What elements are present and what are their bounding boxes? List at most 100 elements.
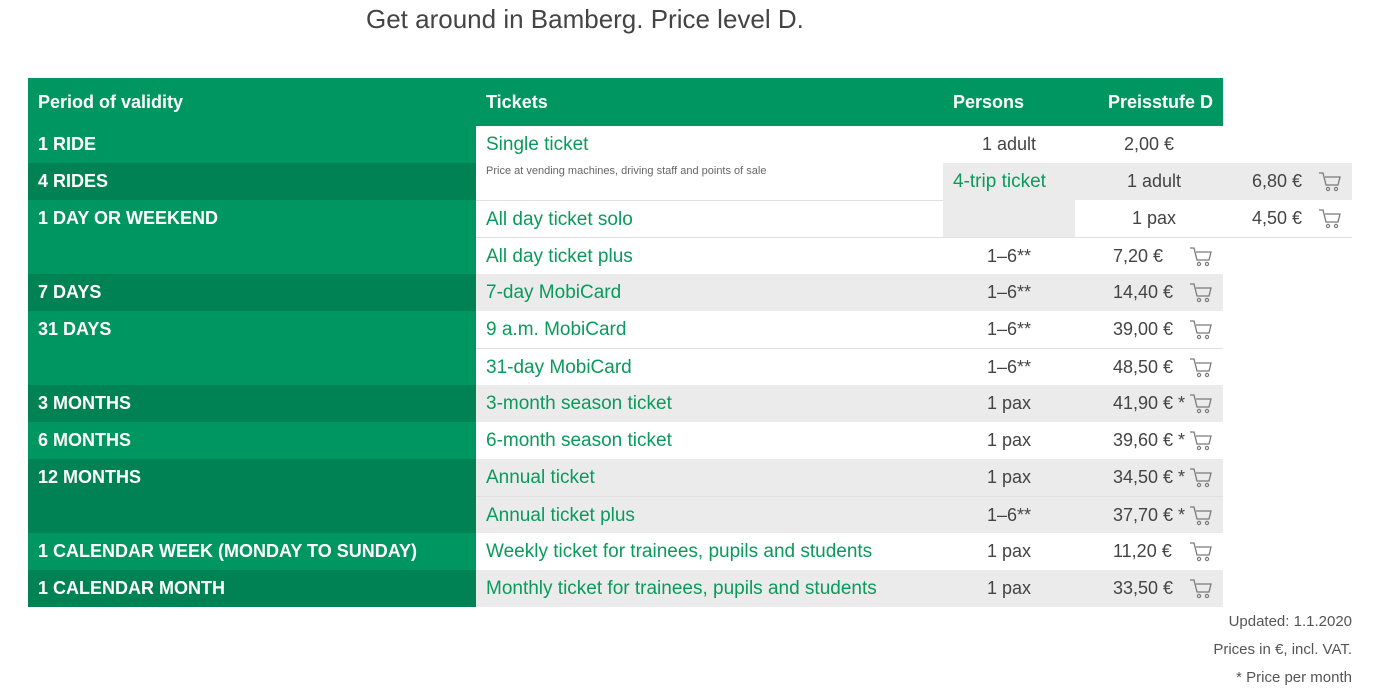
period-label: 1 DAY OR WEEKEND: [38, 208, 219, 228]
ticket-link[interactable]: 7-day MobiCard: [486, 282, 621, 303]
persons-value: 1 pax: [986, 578, 1032, 598]
period-label: 12 MONTHS: [38, 467, 142, 487]
period-calendar-month: 1 CALENDAR MONTH: [28, 570, 476, 607]
ticket-link[interactable]: All day ticket plus: [486, 246, 633, 267]
ticket-link[interactable]: 9 a.m. MobiCard: [486, 319, 626, 340]
header-period-label: Period of validity: [38, 92, 184, 112]
period-7-days: 7 DAYS: [28, 274, 476, 311]
persons-value: 1 adult: [1126, 171, 1182, 191]
period-label: 7 DAYS: [38, 282, 102, 302]
ticket-link[interactable]: 31-day MobiCard: [486, 357, 632, 378]
ticket-name-cell: Annual ticket plus: [476, 496, 943, 533]
ticket-link[interactable]: Annual ticket plus: [486, 505, 635, 526]
period-label: 1 CALENDAR WEEK (MONDAY TO SUNDAY): [38, 541, 418, 561]
period-calendar-week: 1 CALENDAR WEEK (MONDAY TO SUNDAY): [28, 533, 476, 570]
header-tickets-label: Tickets: [486, 92, 548, 112]
price-value: 33,50 €: [1113, 578, 1174, 598]
period-label: 31 DAYS: [38, 319, 112, 339]
shopping-cart-icon[interactable]: [1189, 282, 1213, 304]
ticket-name-cell: 9 a.m. MobiCard: [476, 311, 943, 348]
price-value: 7,20 €: [1113, 246, 1164, 266]
period-31-days: 31 DAYS: [28, 311, 476, 385]
price-cell: 6,80 €: [1233, 163, 1352, 200]
header-tickets: Tickets: [476, 78, 943, 126]
ticket-link[interactable]: Monthly ticket for trainees, pupils and …: [486, 578, 877, 599]
ticket-note: Price at vending machines, driving staff…: [486, 165, 767, 177]
page-title: Get around in Bamberg. Price level D.: [366, 4, 804, 34]
persons-cell: 1 pax: [943, 533, 1075, 570]
persons-value: 1–6**: [986, 505, 1032, 525]
price-value: 48,50 €: [1113, 357, 1174, 377]
ticket-name-cell: 31-day MobiCard: [476, 348, 943, 385]
shopping-cart-icon[interactable]: [1189, 541, 1213, 563]
header-persons-label: Persons: [953, 92, 1025, 112]
period-4-rides: 4 RIDES: [28, 163, 476, 200]
shopping-cart-icon[interactable]: [1189, 467, 1213, 489]
price-value: 39,00 €: [1113, 319, 1174, 339]
persons-cell: 1 adult: [943, 126, 1075, 163]
shopping-cart-icon[interactable]: [1189, 430, 1213, 452]
period-1-ride: 1 RIDE: [28, 126, 476, 163]
ticket-name-cell: Monthly ticket for trainees, pupils and …: [476, 570, 943, 607]
ticket-name-cell: Weekly ticket for trainees, pupils and s…: [476, 533, 943, 570]
footer-price-per-month: * Price per month: [1236, 669, 1352, 686]
persons-cell: 1 adult: [1075, 163, 1233, 200]
shopping-cart-icon[interactable]: [1189, 393, 1213, 415]
persons-cell: 1–6**: [943, 496, 1075, 533]
persons-cell: 1–6**: [943, 311, 1075, 348]
persons-value: 1 pax: [986, 430, 1032, 450]
shopping-cart-icon[interactable]: [1189, 319, 1213, 341]
price-cell: 14,40 €: [1075, 274, 1223, 311]
persons-cell: 1 pax: [943, 459, 1075, 496]
price-cell: 39,00 €: [1075, 311, 1223, 348]
shopping-cart-icon[interactable]: [1318, 208, 1342, 230]
shopping-cart-icon[interactable]: [1189, 357, 1213, 379]
ticket-name-cell: All day ticket plus: [476, 237, 943, 274]
period-12-months: 12 MONTHS: [28, 459, 476, 533]
price-value: 2,00 €: [1124, 134, 1175, 154]
persons-value: 1–6**: [986, 319, 1032, 339]
price-cell: 41,90 € *: [1075, 385, 1223, 422]
ticket-link[interactable]: 3-month season ticket: [486, 393, 672, 414]
price-cell: 33,50 €: [1075, 570, 1223, 607]
shopping-cart-icon[interactable]: [1189, 505, 1213, 527]
ticket-link[interactable]: Weekly ticket for trainees, pupils and s…: [486, 541, 872, 562]
persons-value: 1–6**: [986, 246, 1032, 266]
persons-value: 1 pax: [986, 393, 1032, 413]
ticket-name-cell: 6-month season ticket: [476, 422, 943, 459]
price-cell: 11,20 €: [1075, 533, 1223, 570]
ticket-link[interactable]: All day ticket solo: [486, 209, 633, 230]
ticket-link[interactable]: 4-trip ticket: [953, 171, 1046, 192]
period-label: 6 MONTHS: [38, 430, 132, 450]
persons-value: 1 pax: [1131, 208, 1177, 228]
ticket-link[interactable]: Annual ticket: [486, 467, 595, 488]
price-value: 4,50 €: [1252, 208, 1303, 228]
footer-updated: Updated: 1.1.2020: [1228, 613, 1352, 630]
footer-prices: Prices in €, incl. VAT.: [1213, 641, 1352, 658]
price-cell: 48,50 €: [1075, 348, 1223, 385]
period-label: 3 MONTHS: [38, 393, 132, 413]
price-cell: 2,00 €: [1075, 126, 1223, 163]
ticket-link[interactable]: Single ticket: [486, 134, 588, 155]
shopping-cart-icon[interactable]: [1189, 578, 1213, 600]
persons-cell: 1–6**: [943, 274, 1075, 311]
all-day-solo-cell: All day ticket solo: [476, 200, 943, 237]
period-3-months: 3 MONTHS: [28, 385, 476, 422]
ticket-name-cell: 3-month season ticket: [476, 385, 943, 422]
ticket-link[interactable]: 6-month season ticket: [486, 430, 672, 451]
price-value: 34,50 € *: [1113, 467, 1186, 487]
persons-cell: 1 pax: [943, 422, 1075, 459]
period-label: 1 CALENDAR MONTH: [38, 578, 225, 598]
price-cell: 4,50 €: [1233, 200, 1352, 237]
price-value: 14,40 €: [1113, 282, 1174, 302]
persons-cell: 1 pax: [943, 385, 1075, 422]
period-6-months: 6 MONTHS: [28, 422, 476, 459]
price-value: 41,90 € *: [1113, 393, 1186, 413]
persons-value: 1–6**: [986, 282, 1032, 302]
persons-value: 1 adult: [981, 134, 1037, 154]
shopping-cart-icon[interactable]: [1189, 246, 1213, 268]
price-value: 39,60 € *: [1113, 430, 1186, 450]
shopping-cart-icon[interactable]: [1318, 171, 1342, 193]
persons-cell: 1 pax: [1075, 200, 1233, 237]
price-value: 37,70 € *: [1113, 505, 1186, 525]
